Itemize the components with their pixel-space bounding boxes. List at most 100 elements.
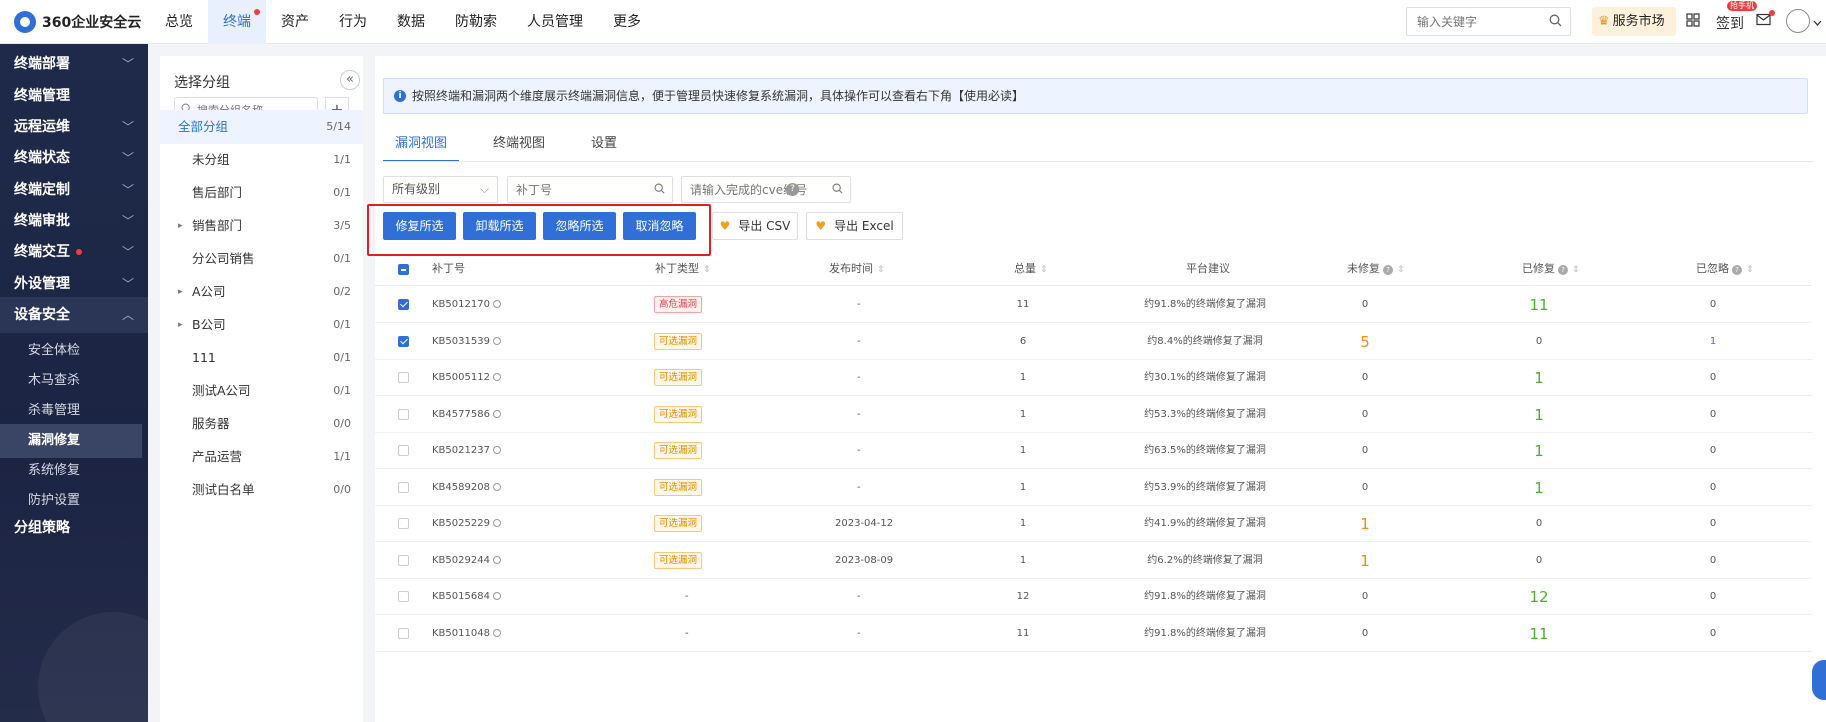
topnav-item[interactable]: 总览 [150,0,208,44]
clock-icon[interactable] [492,592,501,600]
global-search-input[interactable] [1407,8,1545,35]
level-select[interactable]: 所有级别 ⌵ [383,176,498,203]
fixed-count[interactable]: 11 [1519,287,1559,323]
topnav-item[interactable]: 更多 [598,0,656,44]
header-type[interactable]: 补丁类型 ⇕ [655,252,711,286]
sidebar-item[interactable]: 设备安全 ︿ [0,297,148,333]
uninstall-selected-button[interactable]: 卸载所选 [463,212,536,240]
apps-grid-icon[interactable] [1686,13,1700,30]
help-float-button[interactable] [1812,660,1826,700]
row-checkbox[interactable] [398,335,409,347]
sidebar-subitem[interactable]: 杀毒管理 [0,394,148,428]
service-market-button[interactable]: ♛ 服务市场 [1592,7,1676,36]
search-icon[interactable] [1549,14,1562,30]
ignore-selected-button[interactable]: 忽略所选 [543,212,616,240]
select-all-checkbox[interactable] [398,264,409,275]
table-row[interactable]: KB5011048 - - 11 约91.8%的终端修复了漏洞 0 11 0 [375,616,1812,652]
table-row[interactable]: KB5029244 可选漏洞 2023-08-09 1 约6.2%的终端修复了漏洞 1 0 0 [375,543,1812,579]
patch-number-input[interactable] [507,176,673,203]
row-checkbox[interactable] [398,372,409,383]
sidebar-subitem[interactable]: 木马查杀 [0,364,148,398]
topnav-item[interactable]: 人员管理 [512,0,598,44]
view-tab[interactable]: 设置 [579,130,629,162]
group-item[interactable]: 服务器 0/0 [160,407,363,441]
global-search[interactable] [1406,7,1571,36]
clock-icon[interactable] [492,446,501,454]
group-item[interactable]: 测试白名单 0/0 [160,473,363,507]
cve-number-input[interactable] [681,176,851,203]
header-date[interactable]: 发布时间 ⇕ [829,252,885,286]
sidebar-subitem[interactable]: 防护设置 [0,484,148,518]
view-tab[interactable]: 终端视图 [481,130,557,162]
unignore-button[interactable]: 取消忽略 [623,212,696,240]
row-checkbox[interactable] [398,408,409,420]
sidebar-item[interactable]: 终端状态 ﹀ [0,140,148,176]
clock-icon[interactable] [492,336,501,345]
fixed-count[interactable]: 12 [1519,579,1559,615]
sidebar-item[interactable]: 终端部署 ﹀ [0,46,148,82]
help-icon[interactable]: ? [786,183,799,196]
unfixed-count[interactable]: 1 [1345,506,1385,542]
user-avatar[interactable] [1786,9,1810,33]
header-unfixed[interactable]: 未修复? ⇕ [1347,252,1405,286]
row-checkbox[interactable] [398,518,409,529]
row-checkbox[interactable] [398,445,409,456]
export-excel-button[interactable]: ♥ 导出 Excel [806,212,903,240]
fixed-count[interactable]: 1 [1519,397,1559,433]
table-row[interactable]: KB5012170 高危漏洞 - 11 约91.8%的终端修复了漏洞 0 11 0 [375,287,1812,323]
clock-icon[interactable] [492,555,501,564]
group-item[interactable]: 111 0/1 [160,341,363,375]
table-row[interactable]: KB5025229 可选漏洞 2023-04-12 1 约41.9%的终端修复了漏洞 1 0… [375,506,1812,542]
fix-selected-button[interactable]: 修复所选 [383,212,456,240]
cve-filter[interactable] [681,176,851,203]
group-item[interactable]: ▸ A公司 0/2 [160,275,363,309]
ignored-count[interactable]: 1 [1693,324,1733,360]
clock-icon[interactable] [492,519,501,527]
search-icon[interactable] [832,183,843,197]
sidebar-item[interactable]: 终端交互 ﹀ [0,234,148,270]
group-item[interactable]: ▸ B公司 0/1 [160,308,363,342]
topnav-item[interactable]: 防勒索 [440,0,512,44]
clock-icon[interactable] [492,628,501,637]
table-row[interactable]: KB4589208 可选漏洞 - 1 约53.9%的终端修复了漏洞 0 1 0 [375,470,1812,506]
fixed-count[interactable]: 1 [1519,433,1559,469]
table-row[interactable]: KB5005112 可选漏洞 - 1 约30.1%的终端修复了漏洞 0 1 0 [375,360,1812,396]
fixed-count[interactable]: 11 [1519,616,1559,652]
unfixed-count[interactable]: 5 [1345,324,1385,360]
caret-right-icon[interactable]: ▸ [178,209,183,243]
sidebar-subitem[interactable]: 漏洞修复 [0,424,142,458]
table-row[interactable]: KB4577586 可选漏洞 - 1 约53.3%的终端修复了漏洞 0 1 0 [375,397,1812,433]
row-checkbox[interactable] [398,299,409,310]
topnav-item[interactable]: 数据 [382,0,440,44]
clock-icon[interactable] [492,482,501,491]
export-csv-button[interactable]: ♥ 导出 CSV [712,212,798,240]
row-checkbox[interactable] [398,591,409,602]
group-item[interactable]: 售后部门 0/1 [160,176,363,210]
topnav-item[interactable]: 终端 [208,0,266,44]
clock-icon[interactable] [492,373,501,381]
fixed-count[interactable]: 1 [1519,470,1559,506]
search-icon[interactable] [654,183,665,197]
topnav-item[interactable]: 资产 [266,0,324,44]
fixed-count[interactable]: 1 [1519,360,1559,396]
row-checkbox[interactable] [398,554,409,566]
group-item[interactable]: 未分组 1/1 [160,143,363,177]
mail-icon[interactable] [1756,13,1771,29]
topnav-item[interactable]: 行为 [324,0,382,44]
group-item[interactable]: 产品运营 1/1 [160,440,363,474]
app-logo[interactable]: 360企业安全云 [14,10,141,34]
caret-right-icon[interactable]: ▸ [178,308,183,342]
group-item[interactable]: ▸ 销售部门 3/5 [160,209,363,243]
unfixed-count[interactable]: 1 [1345,543,1385,579]
header-fixed[interactable]: 已修复? ⇕ [1522,252,1580,286]
caret-right-icon[interactable]: ▸ [178,275,183,309]
sidebar-subitem[interactable]: 安全体检 [0,334,148,368]
clock-icon[interactable] [492,409,501,418]
row-checkbox[interactable] [398,481,409,493]
clock-icon[interactable] [492,300,501,308]
signin-button[interactable]: 签到 [1716,13,1744,33]
collapse-panel-icon[interactable]: « [340,70,360,90]
sidebar-subitem[interactable]: 系统修复 [0,454,148,488]
group-item[interactable]: 分公司销售 0/1 [160,242,363,276]
table-row[interactable]: KB5015684 - - 12 约91.8%的终端修复了漏洞 0 12 0 [375,579,1812,615]
